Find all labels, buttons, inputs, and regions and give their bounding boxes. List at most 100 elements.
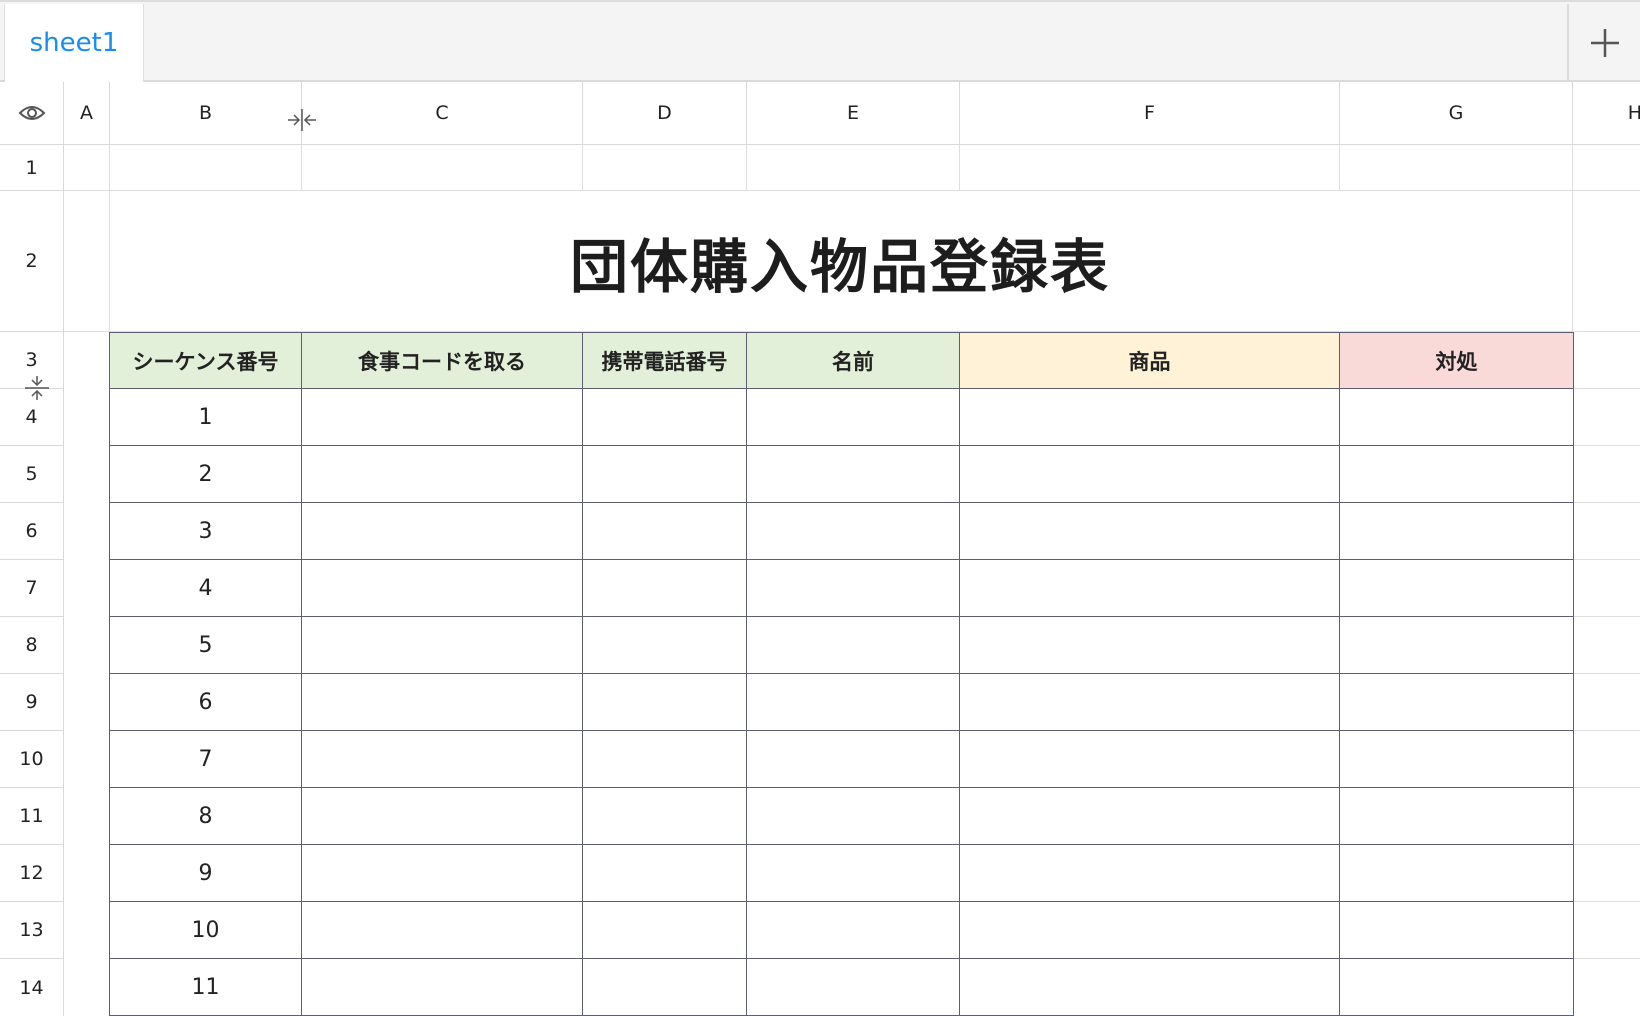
table-cell[interactable] — [746, 445, 960, 503]
table-cell[interactable] — [301, 616, 583, 674]
add-sheet-button[interactable] — [1569, 4, 1640, 82]
table-cell[interactable] — [959, 559, 1340, 617]
table-cell[interactable]: 9 — [109, 844, 302, 902]
row-header-9[interactable]: 9 — [0, 674, 64, 731]
tab-sheet1[interactable]: sheet1 — [4, 4, 144, 82]
table-cell[interactable] — [1339, 730, 1574, 788]
table-cell[interactable] — [1339, 673, 1574, 731]
table-cell[interactable] — [746, 388, 960, 446]
column-header-h[interactable]: H — [1573, 82, 1640, 144]
table-header-cell[interactable]: 対処 — [1339, 332, 1574, 389]
table-cell[interactable] — [1339, 958, 1574, 1016]
table-cell[interactable]: 6 — [109, 673, 302, 731]
table-cell[interactable] — [746, 901, 960, 959]
table-cell[interactable] — [959, 445, 1340, 503]
table-cell[interactable] — [582, 673, 747, 731]
table-header-cell[interactable]: 食事コードを取る — [301, 332, 583, 389]
row-header-13[interactable]: 13 — [0, 902, 64, 959]
row-header-6[interactable]: 6 — [0, 503, 64, 560]
table-cell[interactable] — [746, 673, 960, 731]
table-cell[interactable] — [1339, 844, 1574, 902]
table-cell[interactable] — [746, 958, 960, 1016]
column-header-c[interactable]: C — [302, 82, 583, 144]
table-cell[interactable]: 10 — [109, 901, 302, 959]
column-header-e[interactable]: E — [747, 82, 960, 144]
row-resize-handle[interactable] — [24, 375, 50, 405]
table-cell[interactable]: 2 — [109, 445, 302, 503]
table-cell[interactable] — [582, 958, 747, 1016]
table-cell[interactable]: 7 — [109, 730, 302, 788]
column-resize-icon — [288, 109, 316, 131]
column-header-g[interactable]: G — [1340, 82, 1573, 144]
table-cell[interactable]: 1 — [109, 388, 302, 446]
table-cell[interactable] — [582, 730, 747, 788]
table-cell[interactable]: 3 — [109, 502, 302, 560]
table-cell[interactable] — [959, 616, 1340, 674]
table-cell[interactable] — [301, 502, 583, 560]
table-cell[interactable] — [301, 388, 583, 446]
table-cell[interactable] — [959, 502, 1340, 560]
visibility-toggle[interactable] — [0, 82, 64, 144]
table-cell[interactable] — [746, 730, 960, 788]
row-header-8[interactable]: 8 — [0, 617, 64, 674]
column-header-b[interactable]: B — [110, 82, 302, 144]
table-cell[interactable] — [301, 901, 583, 959]
row-header-7[interactable]: 7 — [0, 560, 64, 617]
table-cell[interactable] — [301, 673, 583, 731]
table-cell[interactable] — [959, 901, 1340, 959]
table-cell[interactable] — [746, 502, 960, 560]
column-resize-handle[interactable] — [287, 108, 317, 136]
table-cell[interactable]: 8 — [109, 787, 302, 845]
column-header-f[interactable]: F — [960, 82, 1340, 144]
table-cell[interactable] — [582, 787, 747, 845]
table-cell[interactable] — [959, 844, 1340, 902]
table-cell[interactable]: 5 — [109, 616, 302, 674]
table-cell[interactable] — [1339, 502, 1574, 560]
table-cell[interactable] — [301, 730, 583, 788]
row-header-14[interactable]: 14 — [0, 959, 64, 1016]
row-header-10[interactable]: 10 — [0, 731, 64, 788]
table-cell[interactable] — [301, 787, 583, 845]
table-cell[interactable] — [301, 844, 583, 902]
grid-line — [1572, 673, 1640, 674]
table-cell[interactable] — [582, 616, 747, 674]
row-header-2[interactable]: 2 — [0, 191, 64, 332]
table-cell[interactable] — [746, 616, 960, 674]
table-cell[interactable] — [746, 559, 960, 617]
table-cell[interactable] — [301, 958, 583, 1016]
table-cell[interactable] — [746, 844, 960, 902]
column-header-a[interactable]: A — [64, 82, 110, 144]
table-header-cell[interactable]: 携帯電話番号 — [582, 332, 747, 389]
table-cell[interactable] — [746, 787, 960, 845]
table-cell[interactable] — [582, 388, 747, 446]
table-cell[interactable] — [959, 388, 1340, 446]
table-cell[interactable] — [959, 673, 1340, 731]
table-cell[interactable] — [959, 730, 1340, 788]
row-header-1[interactable]: 1 — [0, 145, 64, 191]
table-cell[interactable] — [1339, 787, 1574, 845]
table-cell[interactable] — [582, 901, 747, 959]
table-cell[interactable] — [1339, 901, 1574, 959]
row-header-5[interactable]: 5 — [0, 446, 64, 503]
table-header-cell[interactable]: 商品 — [959, 332, 1340, 389]
table-cell[interactable] — [1339, 616, 1574, 674]
table-cell[interactable] — [959, 958, 1340, 1016]
table-cell[interactable]: 11 — [109, 958, 302, 1016]
table-cell[interactable] — [1339, 559, 1574, 617]
column-header-d[interactable]: D — [583, 82, 747, 144]
table-cell[interactable]: 4 — [109, 559, 302, 617]
table-cell[interactable] — [582, 844, 747, 902]
table-cell[interactable] — [582, 445, 747, 503]
row-header-12[interactable]: 12 — [0, 845, 64, 902]
table-cell[interactable] — [1339, 445, 1574, 503]
table-cell[interactable] — [301, 559, 583, 617]
sheet-title[interactable]: 団体購入物品登録表 — [110, 191, 1570, 332]
table-cell[interactable] — [301, 445, 583, 503]
table-cell[interactable] — [582, 559, 747, 617]
table-header-cell[interactable]: シーケンス番号 — [109, 332, 302, 389]
table-cell[interactable] — [959, 787, 1340, 845]
table-header-cell[interactable]: 名前 — [746, 332, 960, 389]
table-cell[interactable] — [582, 502, 747, 560]
table-cell[interactable] — [1339, 388, 1574, 446]
row-header-11[interactable]: 11 — [0, 788, 64, 845]
